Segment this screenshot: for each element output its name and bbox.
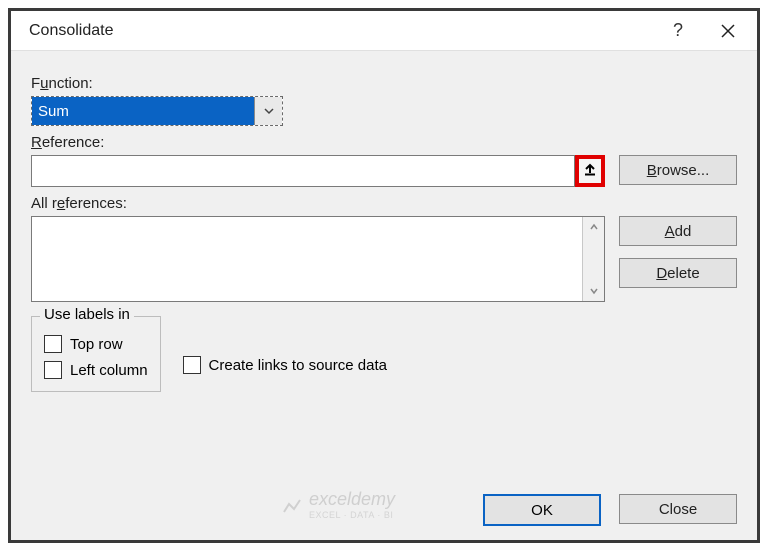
- help-button[interactable]: ?: [653, 11, 703, 51]
- left-column-checkbox[interactable]: Left column: [44, 361, 148, 379]
- function-label: Function:: [31, 75, 737, 92]
- collapse-icon: [583, 162, 597, 180]
- add-button[interactable]: Add: [619, 216, 737, 246]
- use-labels-groupbox: Use labels in Top row Left column: [31, 316, 161, 392]
- close-button[interactable]: Close: [619, 494, 737, 524]
- all-references-label: All references:: [31, 195, 737, 212]
- checkbox-icon: [44, 361, 62, 379]
- checkbox-icon: [183, 356, 201, 374]
- collapse-dialog-button[interactable]: [575, 155, 605, 187]
- browse-button[interactable]: Browse...: [619, 155, 737, 185]
- all-references-listbox[interactable]: [31, 216, 605, 302]
- watermark-sub: EXCEL · DATA · BI: [309, 510, 395, 520]
- function-select-value: Sum: [32, 97, 254, 125]
- consolidate-dialog: Consolidate ? Function: Sum Reference:: [8, 8, 760, 543]
- dialog-title: Consolidate: [29, 22, 653, 40]
- top-row-checkbox[interactable]: Top row: [44, 335, 148, 353]
- dialog-footer: OK Close: [483, 494, 737, 526]
- top-row-label: Top row: [70, 336, 123, 353]
- create-links-label: Create links to source data: [209, 357, 387, 374]
- scroll-down-icon[interactable]: [583, 281, 604, 301]
- create-links-checkbox[interactable]: Create links to source data: [183, 356, 387, 374]
- delete-button[interactable]: Delete: [619, 258, 737, 288]
- reference-label: Reference:: [31, 134, 737, 151]
- left-column-label: Left column: [70, 362, 148, 379]
- ok-button[interactable]: OK: [483, 494, 601, 526]
- chevron-down-icon[interactable]: [254, 97, 282, 125]
- watermark: exceldemy EXCEL · DATA · BI: [281, 489, 395, 520]
- reference-input-wrap: [31, 155, 575, 187]
- use-labels-legend: Use labels in: [40, 306, 134, 323]
- listbox-scrollbar[interactable]: [582, 217, 604, 301]
- checkbox-icon: [44, 335, 62, 353]
- dialog-content: Function: Sum Reference:: [11, 51, 757, 404]
- function-select[interactable]: Sum: [31, 96, 283, 126]
- watermark-text: exceldemy: [309, 489, 395, 510]
- close-icon[interactable]: [703, 11, 753, 51]
- titlebar: Consolidate ?: [11, 11, 757, 51]
- reference-input[interactable]: [32, 156, 538, 186]
- scroll-up-icon[interactable]: [583, 217, 604, 237]
